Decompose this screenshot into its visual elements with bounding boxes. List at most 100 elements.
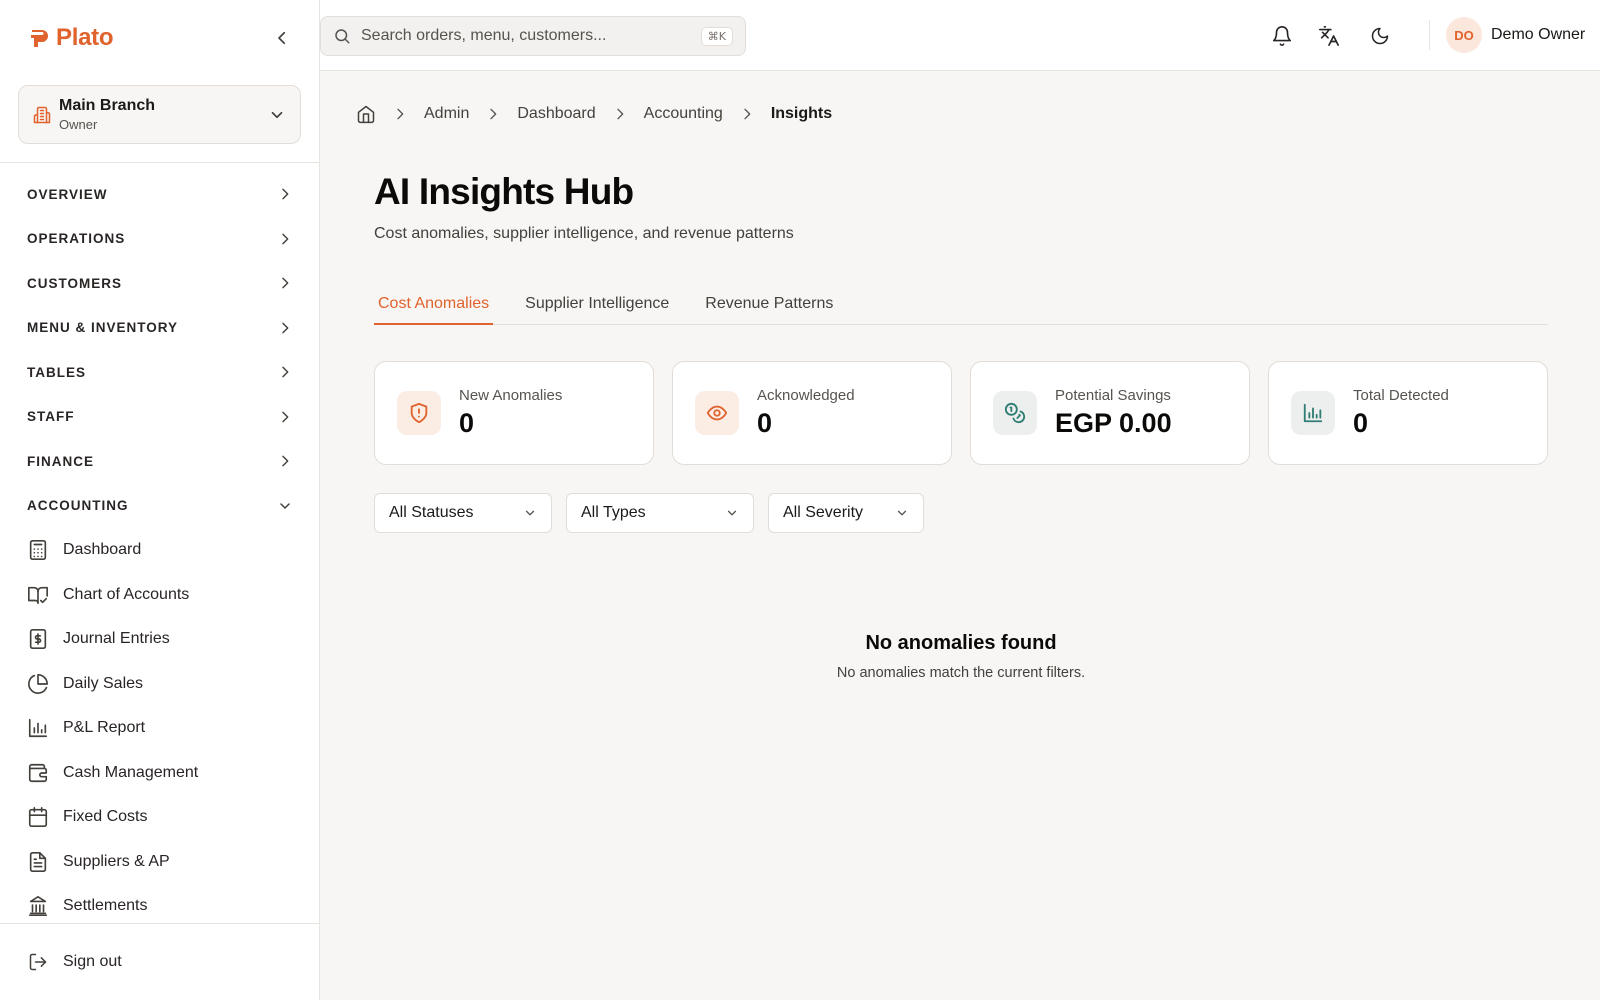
select-value: All Types (581, 504, 646, 521)
sidebar-item-settlements[interactable]: Settlements (0, 884, 320, 929)
branch-role: Owner (59, 116, 98, 132)
stat-value: 0 (757, 408, 773, 438)
chevron-down-icon (727, 510, 737, 516)
branch-switcher[interactable]: Main Branch Owner (18, 85, 301, 144)
sidebar-section-finance[interactable]: FINANCE (0, 439, 320, 484)
calendar-icon (28, 807, 48, 828)
sidebar-section-operations[interactable]: OPERATIONS (0, 217, 320, 262)
sidebar-divider (0, 162, 320, 163)
sidebar-item-daily-sales[interactable]: Daily Sales (0, 662, 320, 707)
empty-state-title: No anomalies found (865, 632, 1057, 654)
status-filter-select[interactable]: All Statuses (374, 493, 552, 533)
sidebar-item-label: P&L Report (63, 719, 146, 737)
insight-tabs: Cost Anomalies Supplier Intelligence Rev… (374, 285, 1548, 325)
file-text-icon (29, 851, 47, 872)
stat-label: Potential Savings (1055, 387, 1171, 404)
chevron-right-icon (282, 411, 289, 423)
building-icon (33, 106, 51, 123)
breadcrumb-insights: Insights (770, 105, 833, 122)
coins-icon (1004, 402, 1026, 424)
breadcrumb: Admin Dashboard Accounting Insights (356, 102, 832, 126)
bell-icon (1272, 26, 1292, 46)
chevron-right-icon (744, 108, 751, 120)
tab-revenue-patterns[interactable]: Revenue Patterns (701, 285, 837, 325)
section-label: TABLES (27, 364, 86, 380)
section-label: OVERVIEW (27, 186, 108, 202)
bar-chart-icon (28, 719, 48, 738)
sign-out-label: Sign out (63, 953, 122, 970)
sidebar-section-staff[interactable]: STAFF (0, 395, 320, 440)
moon-icon (1371, 27, 1389, 45)
theme-toggle-button[interactable] (1368, 24, 1392, 48)
search-shortcut-badge: ⌘K (700, 26, 733, 46)
sidebar-item-fixed-costs[interactable]: Fixed Costs (0, 795, 320, 840)
sidebar-section-tables[interactable]: TABLES (0, 350, 320, 395)
section-label: STAFF (27, 409, 75, 425)
avatar: DO (1446, 17, 1482, 53)
select-value: All Severity (783, 504, 864, 521)
sidebar-item-pl-report[interactable]: P&L Report (0, 706, 320, 751)
user-name: Demo Owner (1491, 26, 1586, 43)
stat-value: 0 (459, 408, 475, 438)
global-search[interactable]: ⌘K (320, 16, 746, 56)
sidebar-nav: OVERVIEW OPERATIONS CUSTOMERS MENU & INV… (0, 172, 320, 929)
book-check-icon (28, 586, 48, 604)
stat-value: EGP 0.00 (1055, 408, 1172, 438)
brand-name: Plato (56, 24, 114, 51)
main-content: Admin Dashboard Accounting Insights AI I… (320, 71, 1600, 1000)
receipt-dollar-icon (29, 629, 47, 650)
notifications-button[interactable] (1270, 24, 1294, 48)
bank-icon (28, 896, 48, 917)
sidebar-item-cash-management[interactable]: Cash Management (0, 751, 320, 796)
collapse-sidebar-button[interactable] (270, 26, 294, 50)
sign-out-button[interactable]: Sign out (0, 940, 320, 984)
breadcrumb-accounting[interactable]: Accounting (644, 105, 723, 123)
stat-icon-wrap (993, 391, 1037, 435)
sidebar-item-label: Chart of Accounts (63, 585, 190, 603)
sidebar-item-label: Dashboard (63, 541, 142, 559)
tab-supplier-intelligence[interactable]: Supplier Intelligence (521, 285, 673, 325)
tab-cost-anomalies[interactable]: Cost Anomalies (374, 285, 494, 325)
language-button[interactable] (1317, 24, 1341, 48)
user-menu[interactable]: DO Demo Owner (1446, 17, 1585, 53)
search-input[interactable] (361, 27, 701, 45)
stat-card-total-detected: Total Detected 0 (1268, 361, 1548, 465)
type-filter-select[interactable]: All Types (566, 493, 754, 533)
brand-logo[interactable]: Plato (28, 24, 113, 52)
sidebar: Plato Main Branch Owner OVERVIEW OPERATI… (0, 0, 320, 1000)
bar-chart-icon (1303, 403, 1323, 423)
sidebar-item-suppliers-ap[interactable]: Suppliers & AP (0, 840, 320, 885)
sidebar-section-overview[interactable]: OVERVIEW (0, 172, 320, 217)
eye-icon (706, 405, 728, 421)
stat-label: Acknowledged (757, 387, 855, 404)
wallet-icon (28, 763, 48, 782)
section-label: CUSTOMERS (27, 275, 123, 291)
sidebar-item-journal-entries[interactable]: Journal Entries (0, 617, 320, 662)
sidebar-item-chart-of-accounts[interactable]: Chart of Accounts (0, 573, 320, 618)
chevron-right-icon (490, 108, 497, 120)
page-title: AI Insights Hub (374, 171, 634, 212)
sidebar-section-menu-inventory[interactable]: MENU & INVENTORY (0, 306, 320, 351)
stat-value: 0 (1353, 408, 1369, 438)
breadcrumb-dashboard[interactable]: Dashboard (517, 105, 595, 123)
translate-icon (1319, 26, 1339, 46)
sidebar-section-accounting[interactable]: ACCOUNTING (0, 484, 320, 529)
chevron-down-icon (525, 510, 535, 516)
section-label: OPERATIONS (27, 231, 126, 247)
section-label: MENU & INVENTORY (27, 320, 179, 336)
sidebar-section-customers[interactable]: CUSTOMERS (0, 261, 320, 306)
chevron-right-icon (282, 233, 289, 245)
shield-alert-icon (410, 402, 428, 424)
log-out-icon (29, 953, 47, 971)
stat-label: New Anomalies (459, 387, 563, 404)
empty-state: No anomalies found No anomalies match th… (374, 632, 1548, 681)
topbar-divider (1429, 20, 1430, 50)
anomaly-filters: All Statuses All Types All Severity (374, 493, 938, 533)
severity-filter-select[interactable]: All Severity (768, 493, 924, 533)
breadcrumb-admin[interactable]: Admin (424, 105, 469, 123)
sidebar-item-dashboard[interactable]: Dashboard (0, 528, 320, 573)
chevron-right-icon (282, 277, 289, 289)
sidebar-item-label: Daily Sales (63, 674, 144, 692)
chevron-left-icon (278, 31, 286, 45)
home-icon[interactable] (356, 104, 376, 124)
